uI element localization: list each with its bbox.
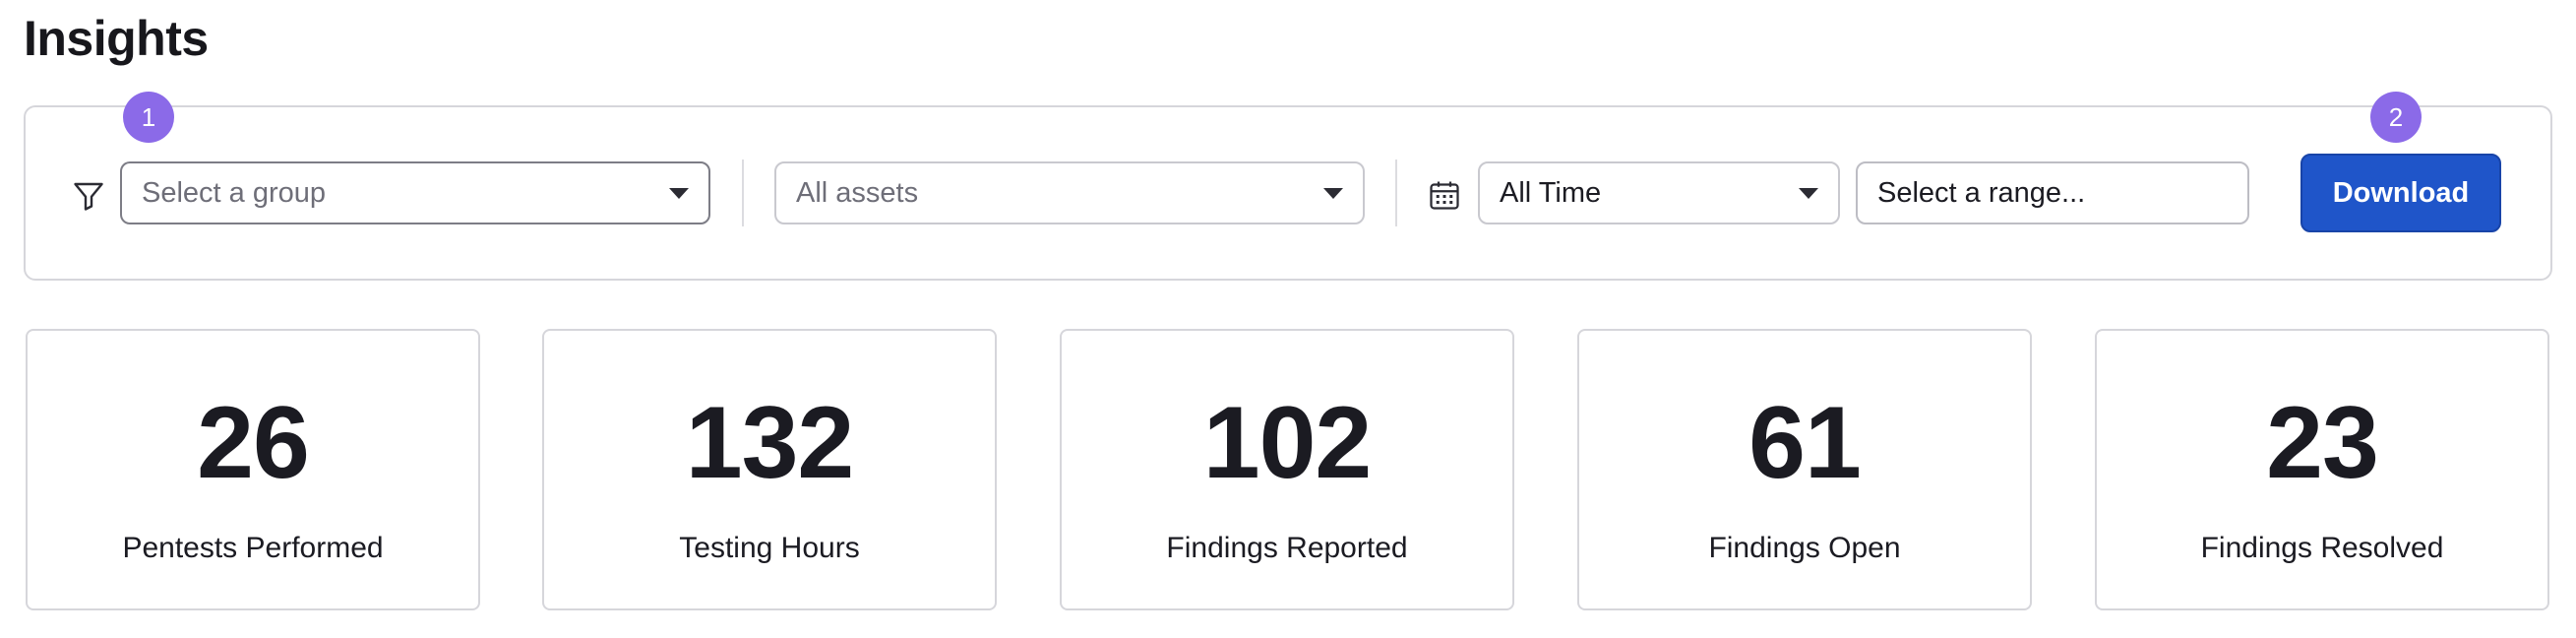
download-button[interactable]: Download [2300, 154, 2501, 232]
stat-label: Findings Open [1708, 532, 1901, 564]
stat-card-pentests: 26 Pentests Performed [26, 329, 480, 610]
stat-card-findings-resolved: 23 Findings Resolved [2095, 329, 2549, 610]
filter-divider [742, 160, 744, 226]
stat-label: Findings Reported [1166, 532, 1408, 564]
chevron-down-icon [669, 187, 689, 199]
stat-label: Testing Hours [679, 532, 860, 564]
time-range-select[interactable]: All Time [1478, 161, 1840, 224]
stat-value: 26 [197, 386, 310, 500]
stat-value: 102 [1202, 386, 1373, 500]
group-select-placeholder: Select a group [142, 176, 327, 209]
chevron-down-icon [1323, 187, 1343, 199]
filter-divider [1395, 160, 1397, 226]
assets-select-placeholder: All assets [796, 176, 919, 209]
step-badge: 2 [2370, 92, 2422, 143]
time-range-value: All Time [1500, 176, 1602, 209]
chevron-down-icon [1799, 187, 1818, 199]
page-title: Insights [24, 11, 209, 66]
stat-label: Pentests Performed [122, 532, 384, 564]
date-range-placeholder: Select a range... [1877, 176, 2086, 209]
filter-icon [71, 178, 106, 214]
stat-value: 132 [685, 386, 855, 500]
calendar-icon [1427, 177, 1462, 213]
stat-card-findings-reported: 102 Findings Reported [1060, 329, 1514, 610]
stat-label: Findings Resolved [2200, 532, 2444, 564]
stat-card-findings-open: 61 Findings Open [1577, 329, 2032, 610]
assets-select[interactable]: All assets [774, 161, 1365, 224]
date-range-input[interactable]: Select a range... [1856, 161, 2249, 224]
group-select[interactable]: Select a group [120, 161, 710, 224]
stat-card-testing-hours: 132 Testing Hours [542, 329, 997, 610]
step-badge: 1 [123, 92, 174, 143]
stat-value: 23 [2266, 386, 2379, 500]
stat-value: 61 [1748, 386, 1862, 500]
